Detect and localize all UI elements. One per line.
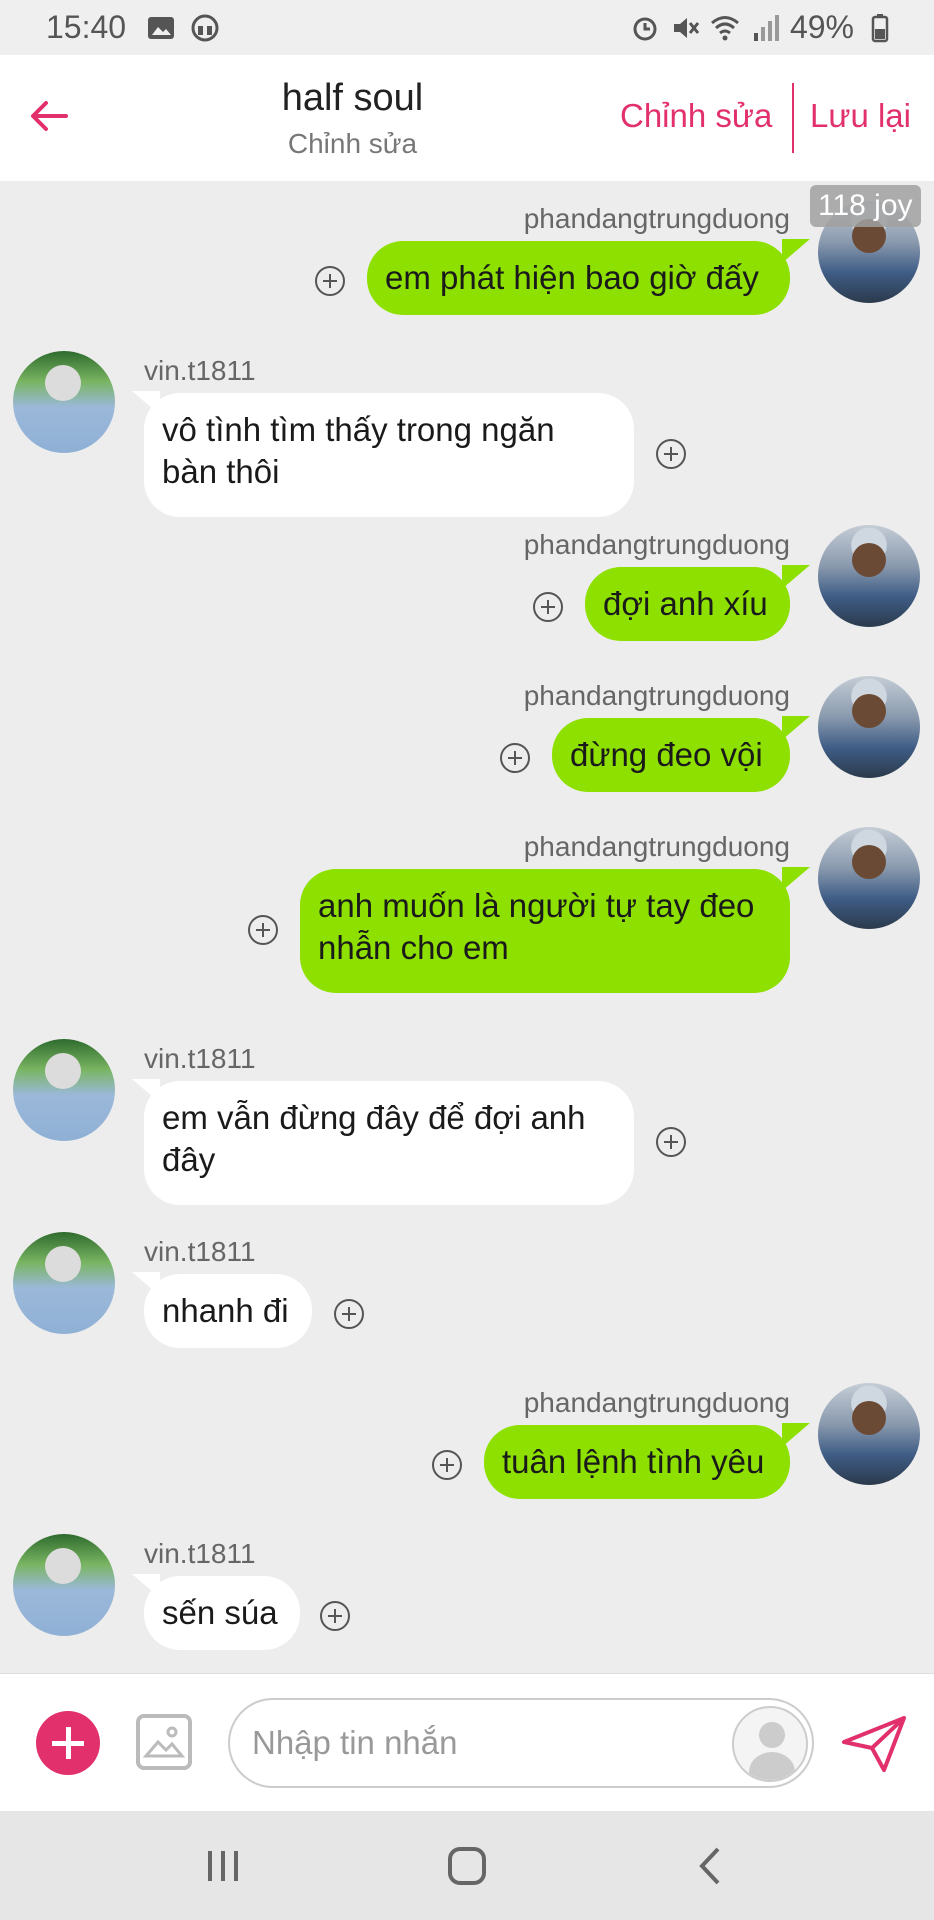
message-sender: vin.t1811 [144, 1043, 256, 1074]
headphones-icon [191, 14, 219, 42]
add-attachment-button[interactable] [36, 1711, 100, 1775]
add-reaction-button[interactable] [334, 1299, 364, 1329]
message-input[interactable] [228, 1698, 814, 1788]
message-sender: phandangtrungduong [523, 1387, 790, 1418]
message-sender: phandangtrungduong [523, 203, 790, 234]
message-bubble[interactable]: em phát hiện bao giờ đấy [367, 241, 790, 315]
add-reaction-button[interactable] [656, 439, 686, 469]
add-reaction-button[interactable] [248, 915, 278, 945]
message-bubble[interactable]: vô tình tìm thấy trong ngăn bàn thôi [144, 393, 634, 517]
system-nav-bar [0, 1811, 934, 1920]
edit-button[interactable]: Chỉnh sửa [620, 97, 772, 135]
bubble-tail [782, 565, 810, 589]
message-sender: vin.t1811 [144, 1236, 256, 1267]
avatar[interactable] [13, 1534, 115, 1636]
message-sender: vin.t1811 [144, 355, 256, 386]
bubble-tail [782, 1423, 810, 1447]
back-arrow-icon[interactable] [24, 91, 74, 141]
recent-apps-icon[interactable] [198, 1841, 248, 1891]
avatar[interactable] [13, 1232, 115, 1334]
add-reaction-button[interactable] [656, 1127, 686, 1157]
status-time: 15:40 [46, 9, 127, 45]
message-list[interactable]: phandangtrungduong em phát hiện bao giờ … [0, 181, 934, 1673]
status-bar: 15:40 49% [0, 0, 934, 55]
home-icon[interactable] [442, 1841, 492, 1891]
chat-header: half soul Chỉnh sửa Chỉnh sửa Lưu lại [0, 55, 934, 181]
bubble-tail [782, 716, 810, 740]
avatar[interactable] [13, 351, 115, 453]
battery-percent: 49% [789, 9, 854, 45]
message-sender: phandangtrungduong [523, 680, 790, 711]
wifi-icon [710, 15, 739, 40]
message-bubble[interactable]: đừng đeo vội [552, 718, 790, 792]
message-sender: phandangtrungduong [523, 831, 790, 862]
conversation-subtitle: Chỉnh sửa [287, 128, 418, 159]
message-sender: vin.t1811 [144, 1538, 256, 1569]
status-right: 49% [630, 9, 894, 46]
sticker-avatar-button[interactable] [732, 1706, 808, 1782]
bubble-tail [782, 867, 810, 891]
avatar[interactable] [13, 1039, 115, 1141]
alarm-icon [633, 17, 657, 40]
mute-icon [673, 17, 700, 38]
battery-icon [871, 13, 889, 42]
joy-badge: 118 joy [810, 185, 921, 227]
add-reaction-button[interactable] [320, 1601, 350, 1631]
add-reaction-button[interactable] [315, 266, 345, 296]
message-bubble[interactable]: đợi anh xíu [585, 567, 790, 641]
message-bubble[interactable]: em vẫn đừng đây để đợi anh đây [144, 1081, 634, 1205]
status-left-icons [146, 13, 220, 43]
message-sender: phandangtrungduong [523, 529, 790, 560]
header-divider [792, 83, 794, 153]
message-bubble[interactable]: anh muốn là người tự tay đeo nhẫn cho em [300, 869, 790, 993]
image-icon [148, 17, 174, 39]
composer-bar [0, 1673, 934, 1811]
send-icon[interactable] [840, 1714, 908, 1774]
message-bubble[interactable]: tuân lệnh tình yêu [484, 1425, 790, 1499]
message-bubble[interactable]: nhanh đi [144, 1274, 312, 1348]
image-picker-icon[interactable] [136, 1714, 192, 1770]
add-reaction-button[interactable] [500, 743, 530, 773]
conversation-title-block: half soul Chỉnh sửa [200, 77, 505, 160]
avatar[interactable] [818, 1383, 920, 1485]
conversation-title: half soul [281, 77, 424, 119]
add-reaction-button[interactable] [432, 1450, 462, 1480]
message-bubble[interactable]: sến súa [144, 1576, 300, 1650]
avatar[interactable] [818, 525, 920, 627]
signal-icon [753, 14, 779, 41]
bubble-tail [782, 239, 810, 263]
save-button[interactable]: Lưu lại [810, 97, 911, 135]
add-reaction-button[interactable] [533, 592, 563, 622]
avatar[interactable] [818, 827, 920, 929]
avatar[interactable] [818, 676, 920, 778]
back-icon[interactable] [686, 1841, 736, 1891]
